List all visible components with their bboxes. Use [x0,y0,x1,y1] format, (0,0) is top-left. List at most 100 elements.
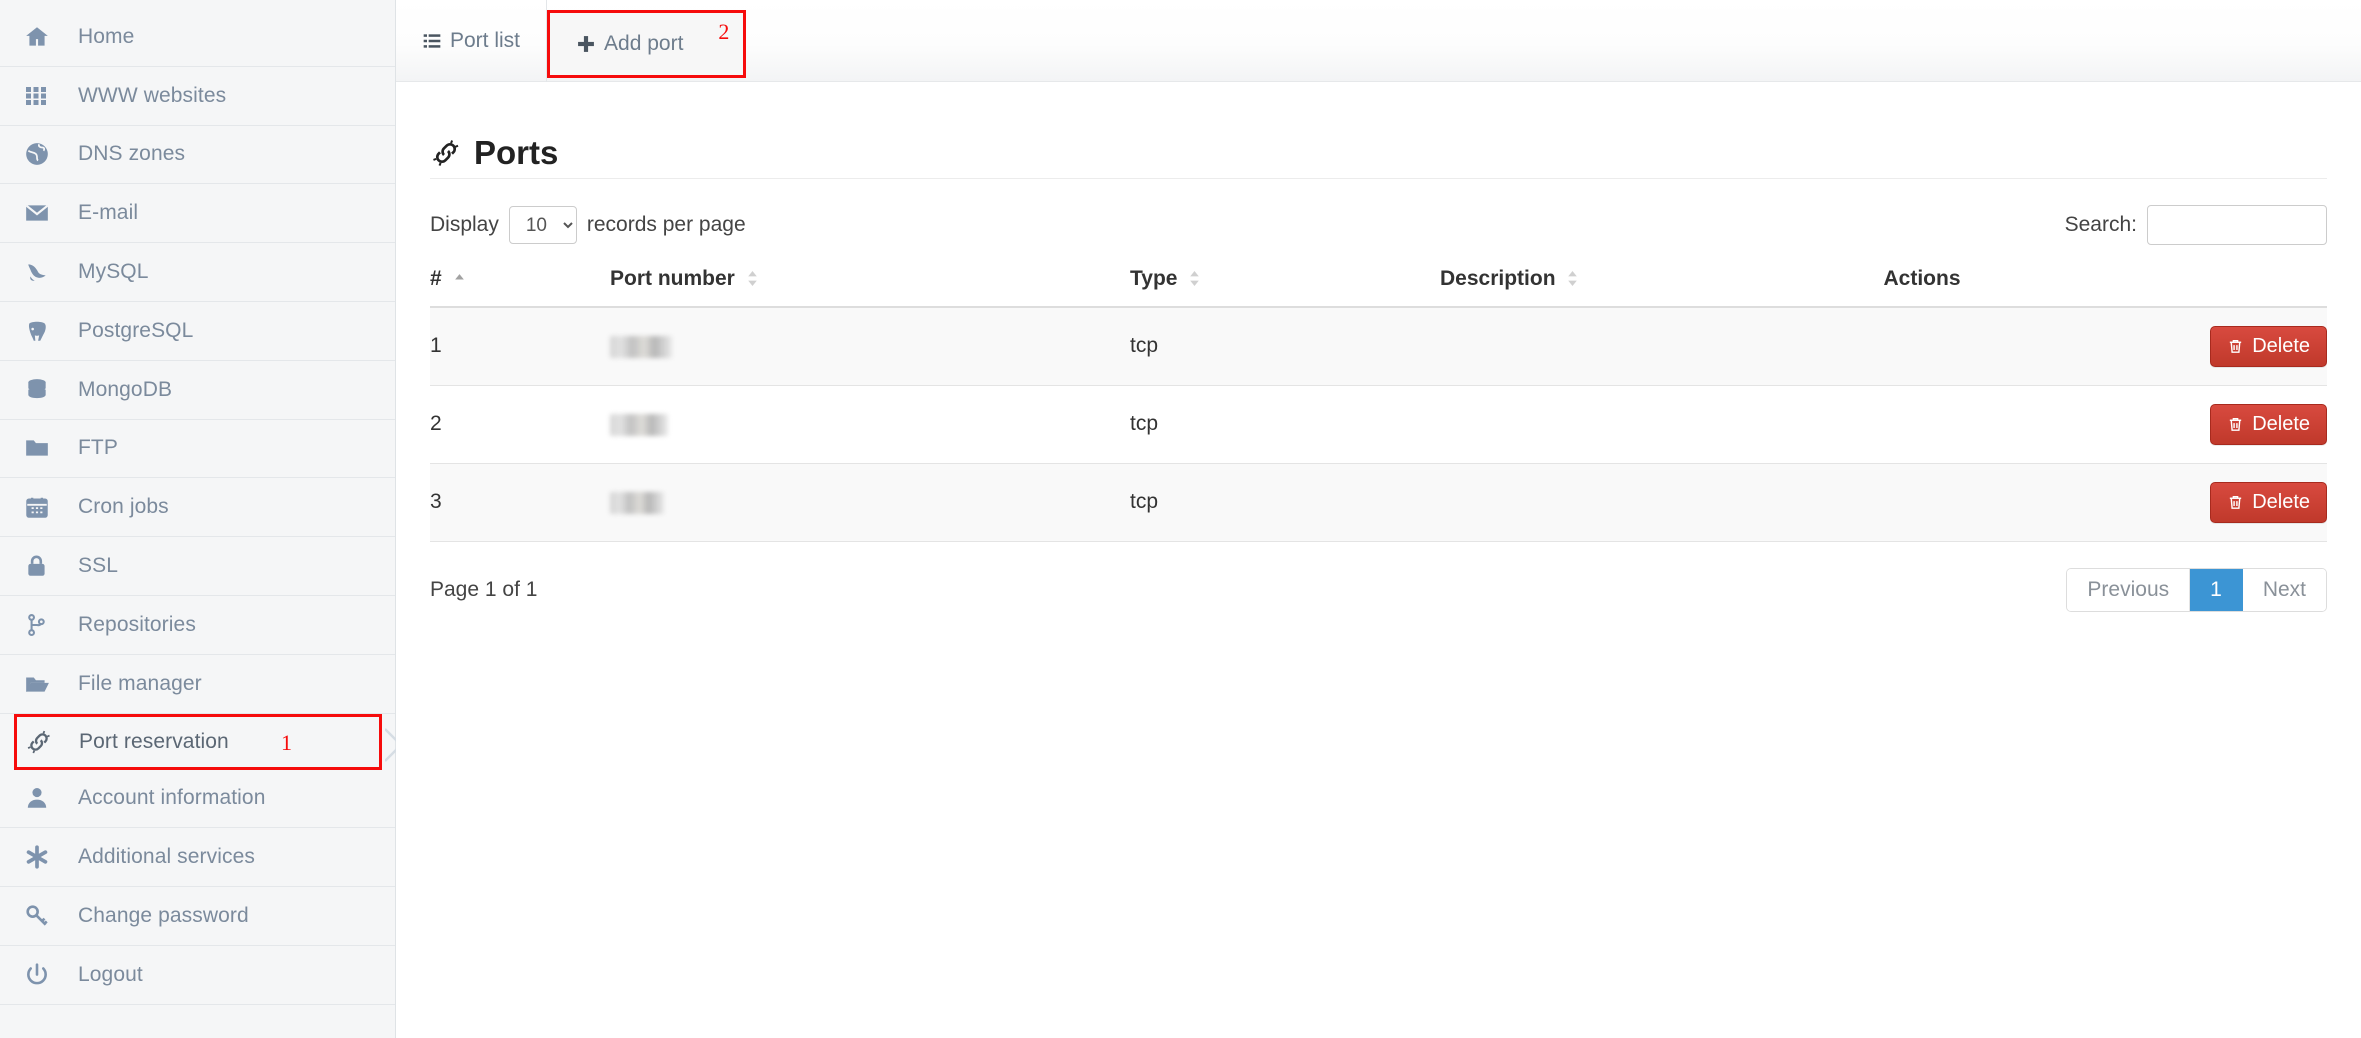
sidebar-item-mongodb[interactable]: MongoDB [0,361,395,420]
cell-actions: Delete [1884,385,2328,463]
pagination-previous[interactable]: Previous [2067,569,2190,611]
sidebar-item-label: Account information [78,786,266,810]
cell-description [1440,463,1884,541]
cell-actions: Delete [1884,463,2328,541]
sidebar-item-file-manager[interactable]: File manager [0,655,395,714]
sidebar-item-label: Additional services [78,845,255,869]
sidebar-item-www-websites[interactable]: WWW websites [0,67,395,126]
sidebar-item-label: Home [78,25,134,49]
column-header-actions: Actions [1884,267,2328,306]
sidebar-item-logout[interactable]: Logout [0,946,395,1005]
sidebar-item-home[interactable]: Home [0,8,395,67]
sidebar-item-label: WWW websites [78,84,226,108]
power-icon [24,962,68,988]
elephant-icon [24,318,68,344]
column-header-label: # [430,267,442,290]
sort-both-icon [1567,268,1578,292]
records-per-page-label: records per page [587,213,746,237]
sidebar-item-ssl[interactable]: SSL [0,537,395,596]
delete-button[interactable]: Delete [2210,482,2327,523]
folder-open-icon [24,671,68,697]
content-panel: Ports Display 10 25 50 100 records per p… [396,82,2361,612]
column-header-description[interactable]: Description [1440,267,1884,306]
tab-label: Add port [604,32,683,56]
sidebar-step-badge: 1 [281,730,292,756]
sidebar-item-dns-zones[interactable]: DNS zones [0,126,395,185]
sort-both-icon [747,268,758,292]
delete-button-label: Delete [2252,491,2310,514]
delete-button[interactable]: Delete [2210,326,2327,367]
sidebar-item-additional-services[interactable]: Additional services [0,828,395,887]
sidebar: Home WWW websites DNS zones E-mail [0,0,396,1038]
branch-icon [24,612,68,638]
sidebar-item-change-password[interactable]: Change password [0,887,395,946]
ports-table: # Port number Type [430,267,2327,541]
sidebar-item-email[interactable]: E-mail [0,184,395,243]
cell-description [1440,385,1884,463]
broken-link-icon [430,137,462,169]
cell-description [1440,307,1884,386]
calendar-icon [24,494,68,520]
sidebar-item-label: PostgreSQL [78,319,193,343]
main-content: Port list Add port 2 Ports [396,0,2361,1038]
page-title-text: Ports [474,134,558,172]
sort-asc-icon [454,268,465,292]
asterisk-icon [24,844,68,870]
sidebar-item-account-information[interactable]: Account information [0,770,395,829]
tab-port-list[interactable]: Port list [396,0,547,82]
sidebar-item-label: SSL [78,554,118,578]
pagination: Previous 1 Next [2066,568,2327,612]
cell-port-number [610,463,1130,541]
column-header-index[interactable]: # [430,267,610,306]
sidebar-item-port-reservation[interactable]: Port reservation 1 [14,714,382,770]
sidebar-item-label: Port reservation [79,730,229,754]
sort-both-icon [1189,268,1200,292]
pagination-next[interactable]: Next [2243,569,2326,611]
display-label: Display [430,213,499,237]
grid-icon [24,84,68,108]
redacted-port-number [610,414,668,436]
cell-type: tcp [1130,463,1440,541]
key-icon [24,903,68,929]
sidebar-item-postgresql[interactable]: PostgreSQL [0,302,395,361]
cell-actions: Delete [1884,307,2328,386]
tab-add-port[interactable]: Add port 2 [547,10,746,78]
ports-table-body: 1 tcp [430,307,2327,542]
ports-table-head: # Port number Type [430,267,2327,306]
list-icon [422,31,442,51]
search-input[interactable] [2147,205,2327,245]
tab-bar: Port list Add port 2 [396,0,2361,82]
trash-icon [2227,416,2244,433]
sidebar-item-label: DNS zones [78,142,185,166]
cell-index: 3 [430,463,610,541]
column-header-label: Type [1130,267,1177,290]
sidebar-item-label: FTP [78,436,118,460]
column-header-label: Actions [1884,267,1961,290]
app-root: Home WWW websites DNS zones E-mail [0,0,2361,1038]
tab-label: Port list [450,29,520,53]
broken-link-icon [25,728,69,756]
pagination-page-1[interactable]: 1 [2190,569,2243,611]
delete-button[interactable]: Delete [2210,404,2327,445]
page-size-select[interactable]: 10 25 50 100 [509,206,577,244]
column-header-label: Description [1440,267,1556,290]
search-control: Search: [2065,205,2327,245]
sidebar-item-label: Logout [78,963,143,987]
column-header-port-number[interactable]: Port number [610,267,1130,306]
column-header-type[interactable]: Type [1130,267,1440,306]
sidebar-item-mysql[interactable]: MySQL [0,243,395,302]
table-footer: Page 1 of 1 Previous 1 Next [430,568,2327,612]
user-icon [24,785,68,811]
sidebar-item-label: Cron jobs [78,495,169,519]
sidebar-item-repositories[interactable]: Repositories [0,596,395,655]
search-label: Search: [2065,213,2137,237]
tab-step-badge: 2 [718,19,729,45]
sidebar-item-cron-jobs[interactable]: Cron jobs [0,478,395,537]
table-row: 1 tcp [430,307,2327,386]
sidebar-item-label: Change password [78,904,249,928]
sidebar-item-ftp[interactable]: FTP [0,420,395,479]
dolphin-icon [24,259,68,285]
cell-type: tcp [1130,307,1440,386]
lock-icon [24,553,68,579]
delete-button-label: Delete [2252,413,2310,436]
